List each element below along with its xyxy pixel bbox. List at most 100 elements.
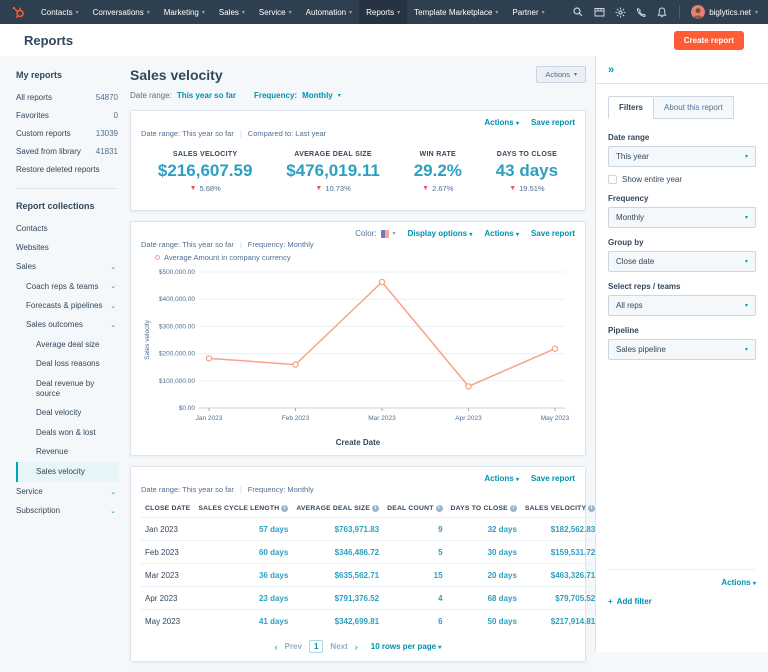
- prev-page-icon[interactable]: ‹: [275, 642, 278, 652]
- filter-select-select-reps-teams[interactable]: All reps▾: [608, 295, 756, 316]
- account-menu[interactable]: biglytics.net ▾: [691, 5, 758, 19]
- checkbox-show-entire-year[interactable]: Show entire year: [608, 175, 756, 184]
- line-chart[interactable]: $0.00$100,000.00$200,000.00$300,000.00$4…: [141, 264, 575, 437]
- collection-item-coach-reps-teams[interactable]: Coach reps & teams⌄: [16, 277, 118, 296]
- collection-item-revenue[interactable]: Revenue: [16, 443, 118, 462]
- collection-item-sales-outcomes[interactable]: Sales outcomes⌄: [16, 316, 118, 335]
- cell-value[interactable]: $763,971.83: [292, 518, 383, 541]
- next-page-icon[interactable]: ›: [355, 642, 358, 652]
- cell-value[interactable]: $182,562.83: [521, 518, 599, 541]
- nav-item-partner[interactable]: Partner▾: [505, 0, 551, 24]
- hubspot-logo-icon[interactable]: [10, 4, 26, 20]
- table-actions-link[interactable]: Actions ▾: [484, 474, 519, 483]
- nav-item-marketing[interactable]: Marketing▾: [157, 0, 212, 24]
- frequency-value[interactable]: Monthly: [302, 91, 333, 100]
- collection-item-sales[interactable]: Sales⌄: [16, 258, 118, 277]
- cell-value[interactable]: 60 days: [194, 541, 292, 564]
- cell-value[interactable]: 57 days: [194, 518, 292, 541]
- info-icon[interactable]: i: [281, 505, 288, 512]
- display-options-link[interactable]: Display options ▾: [408, 229, 473, 238]
- column-header-average-deal-size[interactable]: AVERAGE DEAL SIZEi: [292, 500, 383, 518]
- sidebar-item-custom-reports[interactable]: Custom reports13039: [16, 124, 118, 142]
- collection-item-contacts[interactable]: Contacts: [16, 219, 118, 238]
- collection-item-deal-revenue-by-source[interactable]: Deal revenue by source: [16, 374, 118, 404]
- marketplace-icon[interactable]: [593, 6, 605, 18]
- collection-item-deals-won-lost[interactable]: Deals won & lost: [16, 423, 118, 442]
- cell-value[interactable]: 20 days: [447, 564, 521, 587]
- filter-select-pipeline[interactable]: Sales pipeline▾: [608, 339, 756, 360]
- panel-actions-link[interactable]: Actions ▾: [721, 578, 756, 587]
- cell-value[interactable]: 15: [383, 564, 446, 587]
- nav-item-conversations[interactable]: Conversations▾: [86, 0, 157, 24]
- column-header-sales-velocity[interactable]: SALES VELOCITYi: [521, 500, 599, 518]
- sidebar-item-saved-from-library[interactable]: Saved from library41831: [16, 142, 118, 160]
- column-header-deal-count[interactable]: DEAL COUNTi: [383, 500, 446, 518]
- settings-icon[interactable]: [614, 6, 626, 18]
- filter-select-date-range[interactable]: This year▾: [608, 146, 756, 167]
- checkbox-box[interactable]: [608, 175, 617, 184]
- prev-page-button[interactable]: Prev: [285, 642, 302, 651]
- chart-actions-link[interactable]: Actions ▾: [484, 229, 519, 238]
- nav-item-service[interactable]: Service▾: [252, 0, 299, 24]
- cell-value[interactable]: 68 days: [447, 587, 521, 610]
- cell-value[interactable]: $791,376.52: [292, 587, 383, 610]
- sidebar-item-favorites[interactable]: Favorites0: [16, 106, 118, 124]
- collection-item-deal-loss-reasons[interactable]: Deal loss reasons: [16, 355, 118, 374]
- report-actions-button[interactable]: Actions ▾: [536, 66, 586, 83]
- filter-select-frequency[interactable]: Monthly▾: [608, 207, 756, 228]
- cell-value[interactable]: $217,914.81: [521, 610, 599, 633]
- nav-item-sales[interactable]: Sales▾: [212, 0, 252, 24]
- search-icon[interactable]: [572, 6, 584, 18]
- add-filter-button[interactable]: + Add filter: [608, 597, 756, 606]
- kpi-actions-link[interactable]: Actions ▾: [484, 118, 519, 127]
- chart-legend[interactable]: Average Amount in company currency: [155, 253, 575, 262]
- collection-item-forecasts-pipelines[interactable]: Forecasts & pipelines⌄: [16, 297, 118, 316]
- cell-value[interactable]: 9: [383, 518, 446, 541]
- date-range-value[interactable]: This year so far: [177, 91, 236, 100]
- notifications-icon[interactable]: [656, 6, 668, 18]
- current-page-indicator[interactable]: 1: [309, 640, 323, 653]
- cell-value[interactable]: $342,699.81: [292, 610, 383, 633]
- cell-value[interactable]: 30 days: [447, 541, 521, 564]
- table-save-report-link[interactable]: Save report: [531, 474, 575, 483]
- cell-value[interactable]: 4: [383, 587, 446, 610]
- collapse-panel-icon[interactable]: »: [608, 64, 622, 76]
- cell-value[interactable]: $159,531.72: [521, 541, 599, 564]
- collection-item-average-deal-size[interactable]: Average deal size: [16, 335, 118, 354]
- tab-about-this-report[interactable]: About this report: [654, 96, 734, 119]
- nav-item-template-marketplace[interactable]: Template Marketplace▾: [407, 0, 505, 24]
- info-icon[interactable]: i: [372, 505, 379, 512]
- chart-save-report-link[interactable]: Save report: [531, 229, 575, 238]
- sidebar-item-restore-deleted-reports[interactable]: Restore deleted reports: [16, 160, 118, 178]
- cell-value[interactable]: $79,705.52: [521, 587, 599, 610]
- sidebar-item-all-reports[interactable]: All reports54870: [16, 88, 118, 106]
- collection-item-service[interactable]: Service⌄: [16, 482, 118, 501]
- column-header-sales-cycle-length[interactable]: SALES CYCLE LENGTHi: [194, 500, 292, 518]
- chart-color-control[interactable]: Color: ▾: [355, 229, 395, 238]
- cell-value[interactable]: 41 days: [194, 610, 292, 633]
- nav-item-automation[interactable]: Automation▾: [299, 0, 359, 24]
- info-icon[interactable]: i: [510, 505, 517, 512]
- nav-item-reports[interactable]: Reports▾: [359, 0, 407, 24]
- rows-per-page-select[interactable]: 10 rows per page ▾: [371, 642, 442, 651]
- collection-item-subscription[interactable]: Subscription⌄: [16, 502, 118, 521]
- calling-icon[interactable]: [635, 6, 647, 18]
- cell-value[interactable]: $463,326.71: [521, 564, 599, 587]
- info-icon[interactable]: i: [436, 505, 443, 512]
- cell-value[interactable]: 50 days: [447, 610, 521, 633]
- cell-value[interactable]: $346,486.72: [292, 541, 383, 564]
- cell-value[interactable]: 32 days: [447, 518, 521, 541]
- collection-item-websites[interactable]: Websites: [16, 238, 118, 257]
- cell-value[interactable]: 5: [383, 541, 446, 564]
- cell-value[interactable]: 36 days: [194, 564, 292, 587]
- nav-item-contacts[interactable]: Contacts▾: [34, 0, 86, 24]
- create-report-button[interactable]: Create report: [674, 31, 744, 50]
- filter-select-group-by[interactable]: Close date▾: [608, 251, 756, 272]
- cell-value[interactable]: 6: [383, 610, 446, 633]
- tab-filters[interactable]: Filters: [608, 96, 654, 119]
- collection-item-deal-velocity[interactable]: Deal velocity: [16, 404, 118, 423]
- cell-value[interactable]: 23 days: [194, 587, 292, 610]
- next-page-button[interactable]: Next: [330, 642, 347, 651]
- kpi-save-report-link[interactable]: Save report: [531, 118, 575, 127]
- frequency-label[interactable]: Frequency:: [254, 91, 297, 100]
